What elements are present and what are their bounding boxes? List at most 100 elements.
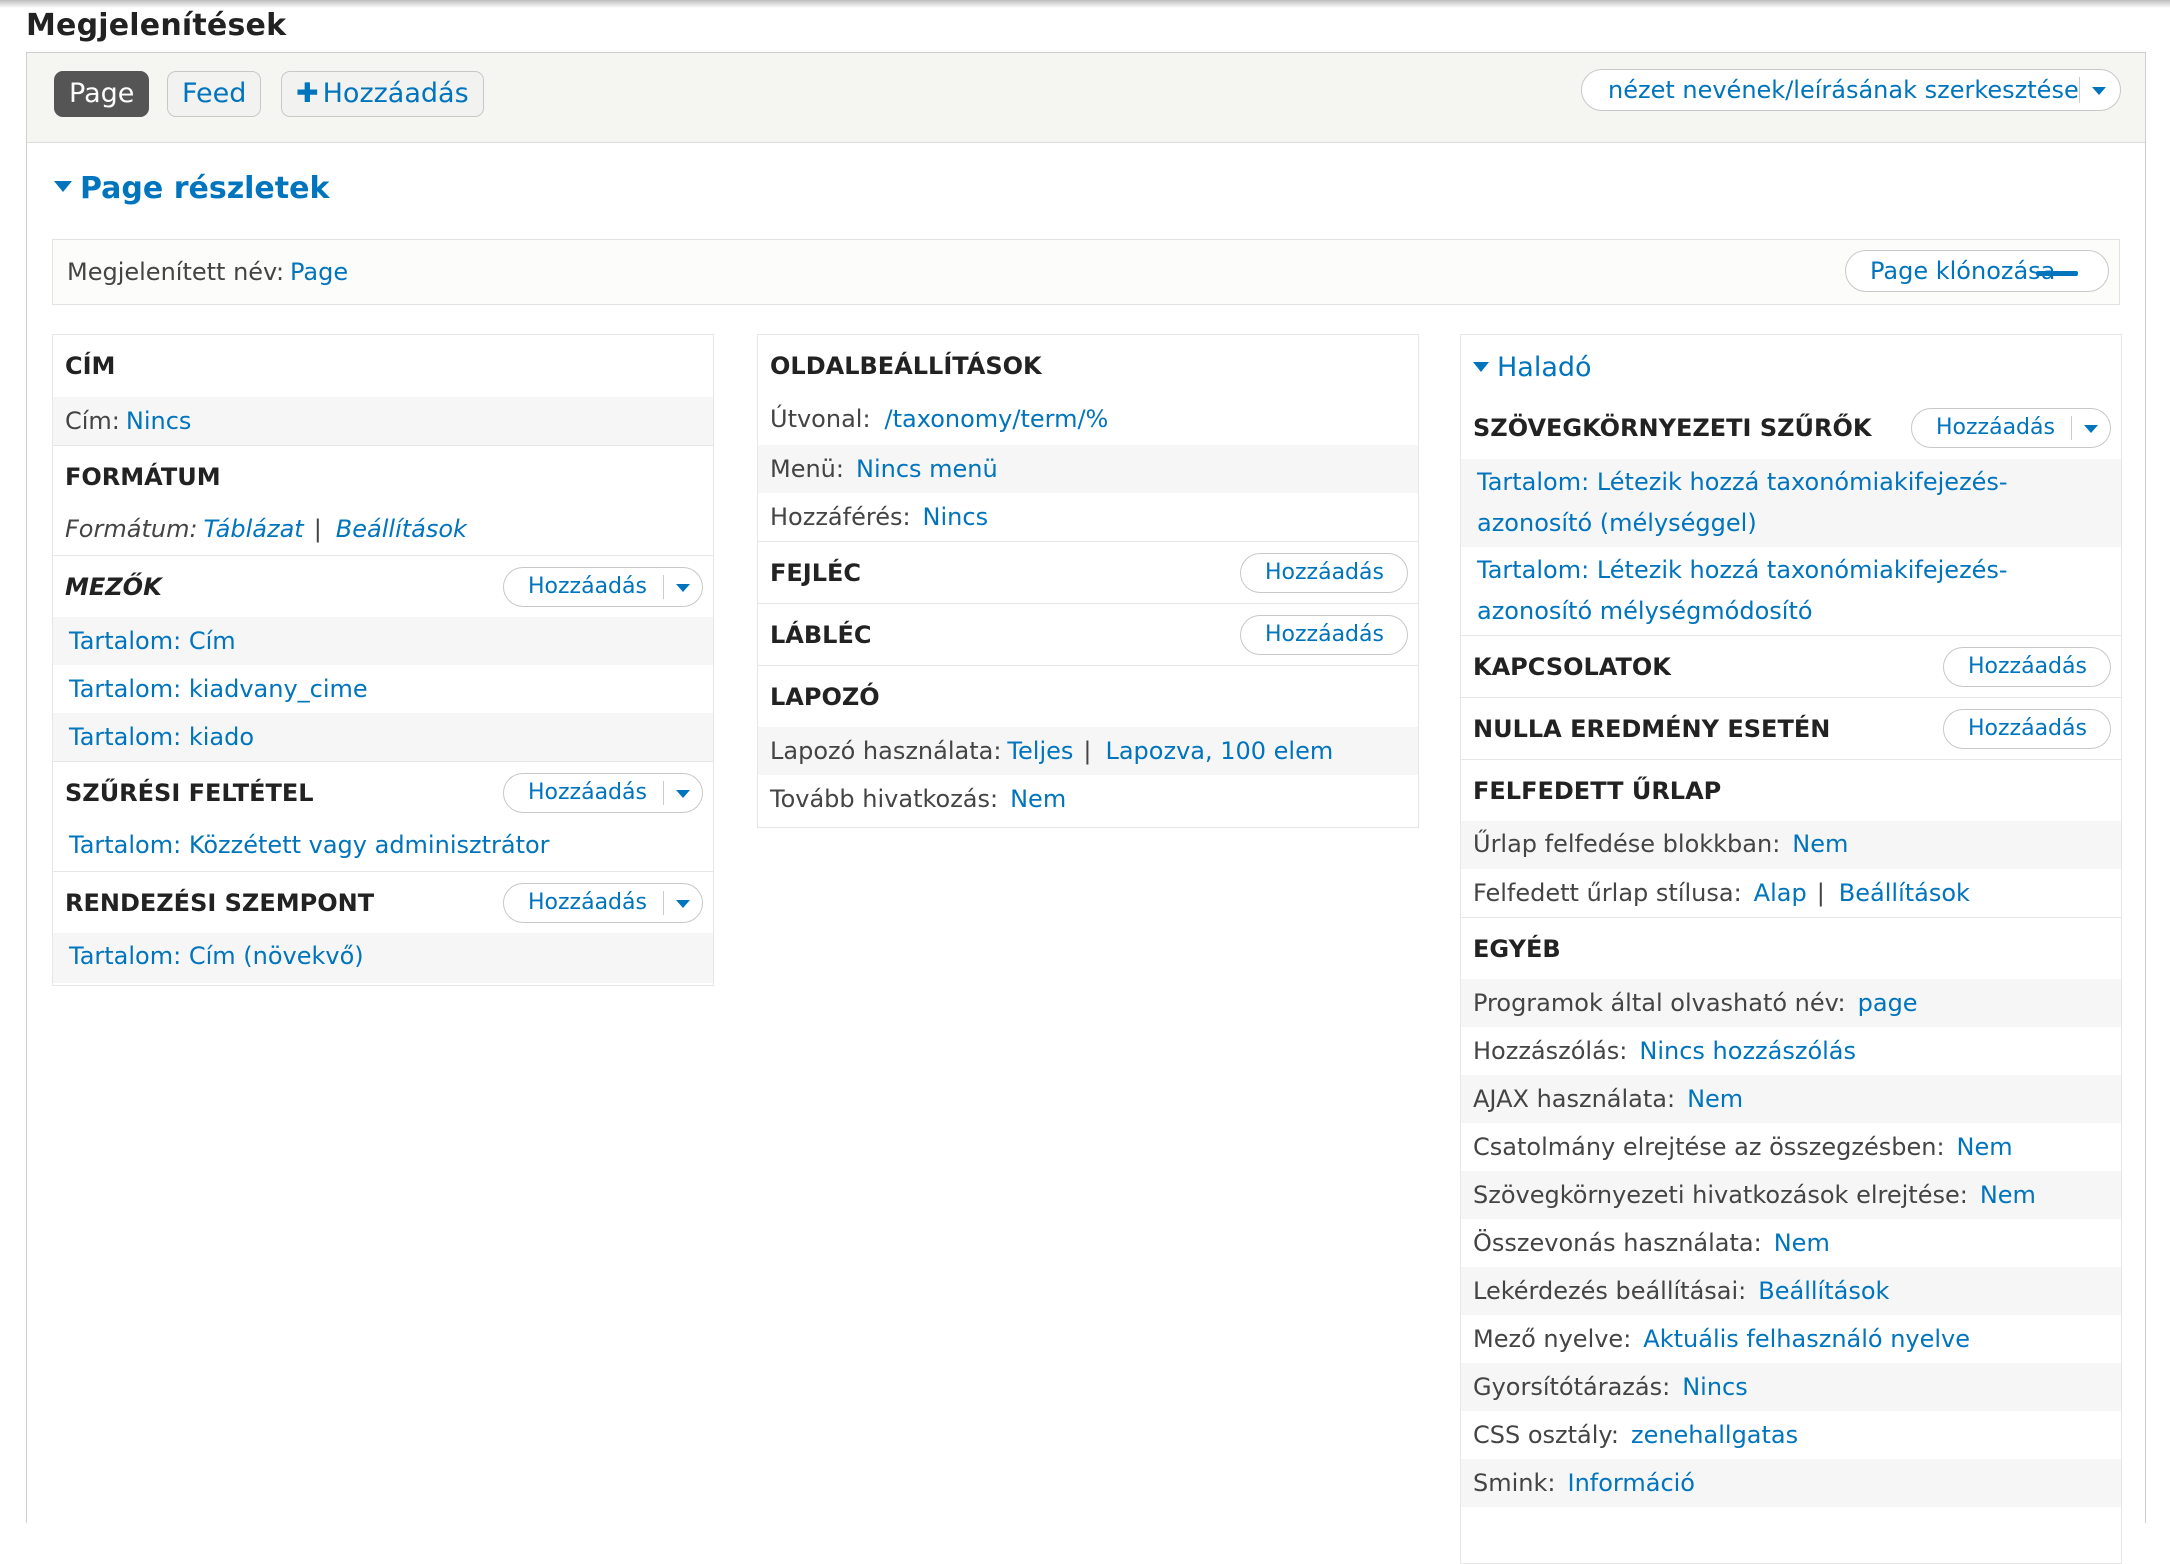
page-details-toggle-label: Page részletek [80, 171, 330, 206]
contextual-filter-item[interactable]: Tartalom: Létezik hozzá taxonómiakifejez… [1461, 547, 2121, 635]
display-name-link[interactable]: Page [290, 258, 348, 286]
footer-heading: LÁBLÉC [770, 621, 872, 649]
display-name-label: Megjelenített név: [67, 258, 285, 286]
other-label: CSS osztály: [1473, 1421, 1619, 1449]
other-label: Smink: [1473, 1469, 1556, 1497]
chevron-down-icon[interactable] [2084, 425, 2098, 433]
format-value-link[interactable]: Táblázat [204, 515, 304, 543]
add-display-button[interactable]: ✚ Hozzáadás [281, 71, 484, 117]
tab-page[interactable]: Page [54, 71, 150, 117]
triangle-down-icon [54, 181, 72, 192]
other-row: Programok által olvasható név: page [1461, 979, 2121, 1027]
dropdown-separator [663, 890, 664, 915]
other-label: Összevonás használata: [1473, 1229, 1762, 1257]
dropdown-separator [2071, 416, 2072, 440]
other-value-link[interactable]: zenehallgatas [1631, 1421, 1798, 1449]
other-value-link[interactable]: Nincs hozzászólás [1639, 1037, 1856, 1065]
other-value-link[interactable]: Nem [1980, 1181, 2036, 1209]
page-settings-heading: OLDALBEÁLLÍTÁSOK [770, 352, 1042, 380]
path-value-link[interactable]: /taxonomy/term/% [885, 405, 1109, 433]
other-value-link[interactable]: Aktuális felhasználó nyelve [1643, 1325, 1970, 1353]
add-header-button[interactable]: Hozzáadás [1240, 552, 1408, 593]
filter-item[interactable]: Tartalom: Közzétett vagy adminisztrátor [53, 823, 713, 871]
contextual-filter-item[interactable]: Tartalom: Létezik hozzá taxonómiakifejez… [1461, 459, 2121, 547]
other-row: Gyorsítótárazás: Nincs [1461, 1363, 2121, 1411]
chevron-down-icon[interactable] [2092, 87, 2106, 95]
other-row: Mező nyelve: Aktuális felhasználó nyelve [1461, 1315, 2121, 1363]
relationships-heading: KAPCSOLATOK [1473, 653, 1671, 681]
other-value-link[interactable]: Nem [1957, 1133, 2013, 1161]
other-heading: EGYÉB [1461, 917, 2121, 979]
exposed-style-settings-link[interactable]: Beállítások [1839, 879, 1970, 907]
page-title: Megjelenítések [26, 8, 287, 43]
footer-section: LÁBLÉC Hozzáadás [758, 603, 1418, 665]
other-label: Szövegkörnyezeti hivatkozások elrejtése: [1473, 1181, 1968, 1209]
exposed-block-value[interactable]: Nem [1792, 830, 1848, 858]
chevron-down-icon[interactable] [676, 583, 690, 592]
page-details-toggle[interactable]: Page részletek [54, 171, 329, 206]
format-row: Formátum: Táblázat | Beállítások [53, 507, 713, 555]
pager-type-link[interactable]: Teljes [1007, 737, 1073, 765]
access-value-link[interactable]: Nincs [923, 503, 989, 531]
menu-value-link[interactable]: Nincs menü [856, 455, 998, 483]
other-row: Smink: Információ [1461, 1459, 2121, 1507]
field-item[interactable]: Tartalom: kiado [53, 713, 713, 761]
add-footer-button[interactable]: Hozzáadás [1240, 614, 1408, 655]
other-value-link[interactable]: Beállítások [1758, 1277, 1889, 1305]
pager-label: Lapozó használata: [770, 737, 1002, 765]
contextual-filters-header: SZÖVEGKÖRNYEZETI SZŰRŐK Hozzáadás [1461, 397, 2121, 459]
add-sort-button[interactable]: Hozzáadás [503, 882, 703, 923]
title-label: Cím: [65, 407, 120, 435]
access-row: Hozzáférés: Nincs [758, 493, 1418, 541]
tab-feed[interactable]: Feed [167, 71, 262, 117]
dropdown-separator [2079, 77, 2080, 103]
chevron-down-icon[interactable] [676, 899, 690, 908]
exposed-style-separator: | [1816, 879, 1825, 907]
add-relationship-button[interactable]: Hozzáadás [1943, 646, 2111, 687]
chevron-down-icon[interactable] [676, 789, 690, 798]
other-row: Csatolmány elrejtése az összegzésben: Nem [1461, 1123, 2121, 1171]
dropdown-separator [663, 574, 664, 599]
dropdown-bar-icon [2036, 271, 2078, 276]
pager-items-link[interactable]: Lapozva, 100 elem [1105, 737, 1333, 765]
other-row: Összevonás használata: Nem [1461, 1219, 2121, 1267]
format-separator: | [313, 515, 322, 543]
add-sort-label: Hozzáadás [528, 889, 647, 915]
add-no-results-label: Hozzáadás [1968, 715, 2087, 741]
add-contextual-filter-button[interactable]: Hozzáadás [1911, 408, 2111, 448]
advanced-toggle[interactable]: Haladó [1473, 352, 1592, 383]
relationships-header: KAPCSOLATOK Hozzáadás [1461, 635, 2121, 697]
add-field-label: Hozzáadás [528, 573, 647, 599]
format-settings-link[interactable]: Beállítások [336, 515, 467, 543]
title-value-link[interactable]: Nincs [126, 407, 192, 435]
add-display-label: Hozzáadás [322, 78, 469, 109]
clone-page-button[interactable]: Page klónozása [1845, 250, 2109, 292]
more-link-label: Tovább hivatkozás: [770, 785, 999, 813]
other-value-link[interactable]: Nem [1687, 1085, 1743, 1113]
sort-header: RENDEZÉSI SZEMPONT Hozzáadás [53, 871, 713, 933]
column-third: Haladó SZÖVEGKÖRNYEZETI SZŰRŐK Hozzáadás… [1460, 334, 2122, 1564]
sort-item[interactable]: Tartalom: Cím (növekvő) [53, 933, 713, 983]
header-heading: FEJLÉC [770, 559, 862, 587]
title-heading: CÍM [65, 352, 116, 380]
add-no-results-button[interactable]: Hozzáadás [1943, 708, 2111, 749]
triangle-down-icon [1473, 361, 1489, 372]
filter-heading: SZŰRÉSI FELTÉTEL [65, 779, 314, 807]
exposed-style-value[interactable]: Alap [1754, 879, 1807, 907]
edit-view-name-button[interactable]: nézet nevének/leírásának szerkesztése [1581, 69, 2121, 111]
other-value-link[interactable]: Információ [1567, 1469, 1695, 1497]
add-field-button[interactable]: Hozzáadás [503, 566, 703, 607]
add-contextual-filter-label: Hozzáadás [1936, 415, 2055, 440]
add-filter-button[interactable]: Hozzáadás [503, 772, 703, 813]
add-footer-label: Hozzáadás [1265, 621, 1384, 647]
other-value-link[interactable]: Nincs [1682, 1373, 1748, 1401]
more-link-value[interactable]: Nem [1010, 785, 1066, 813]
field-item[interactable]: Tartalom: kiadvany_cime [53, 665, 713, 713]
other-value-link[interactable]: page [1858, 989, 1918, 1017]
field-item[interactable]: Tartalom: Cím [53, 617, 713, 665]
other-value-link[interactable]: Nem [1774, 1229, 1830, 1257]
filter-header: SZŰRÉSI FELTÉTEL Hozzáadás [53, 761, 713, 823]
other-row: Hozzászólás: Nincs hozzászólás [1461, 1027, 2121, 1075]
contextual-filters-heading: SZÖVEGKÖRNYEZETI SZŰRŐK [1473, 414, 1872, 442]
title-row: Cím: Nincs [53, 397, 713, 445]
